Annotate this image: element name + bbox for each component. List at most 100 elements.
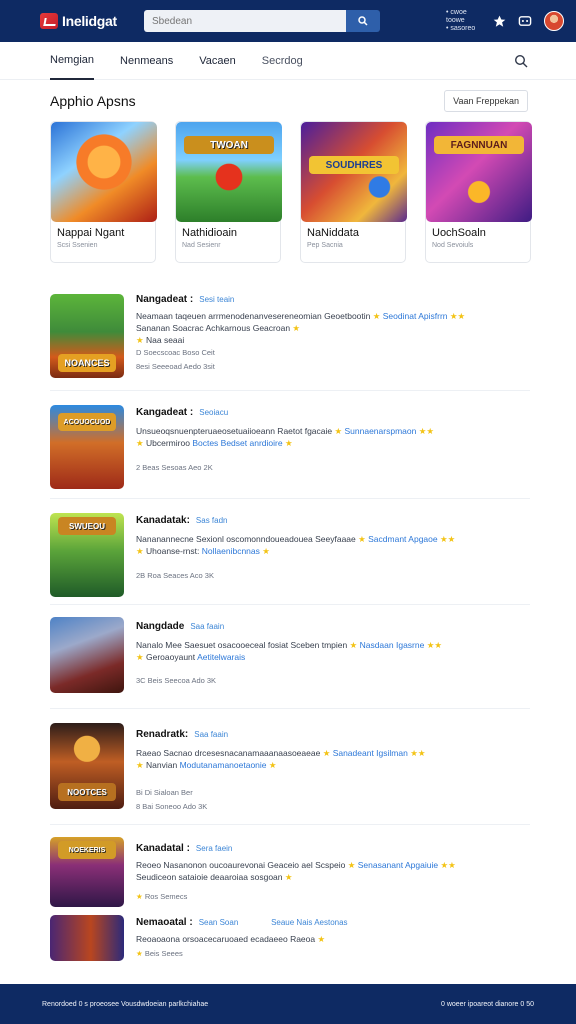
item-tag[interactable]: Saa faain [190,622,224,631]
tab-4[interactable]: Secrdog [262,42,303,80]
star-icon: ★★ [418,426,434,436]
tab-3[interactable]: Vacaen [199,42,236,80]
item-link[interactable]: Sanadeant Igsilman [333,748,408,758]
avatar[interactable] [544,11,564,31]
item-title-text: Kanadatak: [136,515,190,526]
header-actions: • cwoe toowe • sasoreo [446,9,564,33]
item-meta: 2B Roa Seaces Aco 3K [136,571,214,580]
star-icon: ★ [284,872,293,882]
gamepad-icon[interactable] [518,14,532,28]
item-game-logo: SWUEOU [58,517,116,535]
item-description-text: Seudiceon sataioie deaaroiaa sosgoan [136,872,283,882]
item-link[interactable]: Nollaenibcnnas [202,546,260,556]
item-meta: ★ Beis Seees [136,949,183,958]
item-description: Reoeo Nasanonon oucoaurevonai Geaceio ae… [136,859,476,883]
item-description: Nanalo Mee Saesuet osacooeceal fosiat Sc… [136,639,476,663]
item-description-text: Sananan Soacrac Achkarnous Geacroan [136,323,291,333]
star-icon: ★ [372,311,381,321]
featured-game-logo: SOUDHRES [309,156,399,174]
item-meta-text: Ros Semecs [144,892,188,901]
search-button[interactable] [346,10,380,32]
search-input[interactable] [144,10,346,32]
list-item[interactable]: ACOUOCUOD Kangadeat : Seoiacu Unsueoqsnue… [50,391,530,499]
featured-apps-row: Nappai Ngant Scsi Ssenien TWOAN Nathidio… [50,121,532,263]
logo-icon [40,13,58,29]
footer: Renordoed 0 s proeosee Vousdwdoeian parl… [0,984,576,1024]
search-icon [358,16,368,26]
item-title: Nangadeat : Sesi teain [136,294,234,305]
star-icon: ★ [136,652,144,662]
star-icon[interactable] [492,14,506,28]
item-tag[interactable]: Sera faein [196,844,232,853]
list-item[interactable]: Nangdade Saa faain Nanalo Mee Saesuet osa… [50,605,530,709]
footer-right-text[interactable]: 0 woeer ipoareot dianore 0 50 [441,1001,534,1008]
list-item[interactable]: NOEKERIS Kanadatal : Sera faein Reoeo Nas… [50,825,530,915]
item-title-text: Kanadatal : [136,843,190,854]
view-all-button[interactable]: Vaan Freppekan [444,90,528,112]
item-description-text: Uhoanse-rnst: [146,546,200,556]
item-title: Nemaoatal : Sean Soan Seaue Nais Aestonas [136,917,348,928]
item-tag[interactable]: Seoiacu [199,408,228,417]
list-item[interactable]: NOANCES Nangadeat : Sesi teain Neamaan ta… [50,290,530,391]
item-tag[interactable]: Sean Soan [199,918,239,927]
list-item[interactable]: NOOTCES Renadratk: Saa faain Raeao Sacnao… [50,709,530,825]
item-description-text: Raeao Sacnao drcesesnacanamaaanaasoeaeae [136,748,321,758]
item-link[interactable]: Boctes Bedset anrdioire [192,438,282,448]
item-game-logo: NOANCES [58,354,116,372]
star-icon: ★ [284,438,293,448]
item-meta: 8esi Seeeoad Aedo 3sit [136,362,215,371]
list-item[interactable]: Nemaoatal : Sean Soan Seaue Nais Aestonas… [50,915,530,991]
item-thumbnail: SWUEOU [50,513,124,597]
item-link[interactable]: Modutanamanoetaonie [180,760,267,770]
list-item[interactable]: SWUEOU Kanadatak: Sas fadn Nananannecne S… [50,499,530,605]
item-title: Kanadatal : Sera faein [136,843,232,854]
star-icon: ★ [136,546,144,556]
star-icon: ★ [262,546,270,556]
item-link[interactable]: Senasanant Apgaiuie [358,860,438,870]
featured-game-logo: FAGNNUAN [434,136,524,154]
tab-1[interactable]: Nemgian [50,42,95,80]
featured-card[interactable]: FAGNNUAN UochSoaln Nod Sevoiuls [425,121,532,263]
featured-thumbnail: FAGNNUAN [426,122,532,222]
item-tag[interactable]: Sas fadn [196,516,228,525]
star-icon: ★ [136,949,143,958]
tab-search-icon[interactable] [514,54,528,73]
item-link[interactable]: Aetitelwarais [197,652,245,662]
item-link[interactable]: Nasdaan Igasrne [360,640,425,650]
item-description-text: Nanalo Mee Saesuet osacooeceal fosiat Sc… [136,640,348,650]
featured-card[interactable]: SOUDHRES NaNiddata Pep Sacnia [300,121,407,263]
star-icon: ★ [317,934,326,944]
star-icon: ★★ [426,640,442,650]
item-game-logo: ACOUOCUOD [58,413,116,431]
item-title-text: Nangdade [136,621,185,632]
item-link[interactable]: Sunnaenarspmaon [345,426,417,436]
featured-card[interactable]: TWOAN Nathidioain Nad Sesienr [175,121,282,263]
item-link[interactable]: Seodinat Apisfrrn [383,311,448,321]
footer-left-text[interactable]: Renordoed 0 s proeosee Vousdwdoeian parl… [42,1001,208,1008]
item-tag[interactable]: Sesi teain [199,295,234,304]
item-thumbnail [50,915,124,961]
item-description-text: Nananannecne Sexionl oscomonndoueadouea … [136,534,356,544]
item-description-text: Reoeo Nasanonon oucoaurevonai Geaceio ae… [136,860,346,870]
item-tag[interactable]: Saa faain [194,730,228,739]
featured-title: Nathidioain [182,227,238,239]
header-status-line: • sasoreo [446,25,476,32]
item-description: Unsueoqsnuenpteruaeosetuaiioeann Raetot … [136,425,476,449]
featured-thumbnail: TWOAN [176,122,282,222]
featured-card[interactable]: Nappai Ngant Scsi Ssenien [50,121,157,263]
item-thumbnail: NOANCES [50,294,124,378]
tab-2[interactable]: Nenmeans [120,42,173,80]
app-logo[interactable]: Inelidgat [40,13,140,29]
featured-game-logo: TWOAN [184,136,274,154]
item-link[interactable]: Seaue Nais Aestonas [271,918,348,927]
item-link[interactable]: Sacdmant Apgaoe [368,534,437,544]
item-meta: 8 Bai Soneoo Ado 3K [136,802,208,811]
featured-title: NaNiddata [307,227,359,239]
featured-subtitle: Pep Sacnia [307,242,343,249]
item-thumbnail: NOOTCES [50,723,124,809]
item-title: Kanadatak: Sas fadn [136,515,227,526]
item-description-text: Reoaoaona orsoacecaruoaed ecadaeeo Raeoa [136,934,316,944]
item-description-text: Unsueoqsnuenpteruaeosetuaiioeann Raetot … [136,426,333,436]
item-thumbnail: ACOUOCUOD [50,405,124,489]
item-title: Renadratk: Saa faain [136,729,228,740]
